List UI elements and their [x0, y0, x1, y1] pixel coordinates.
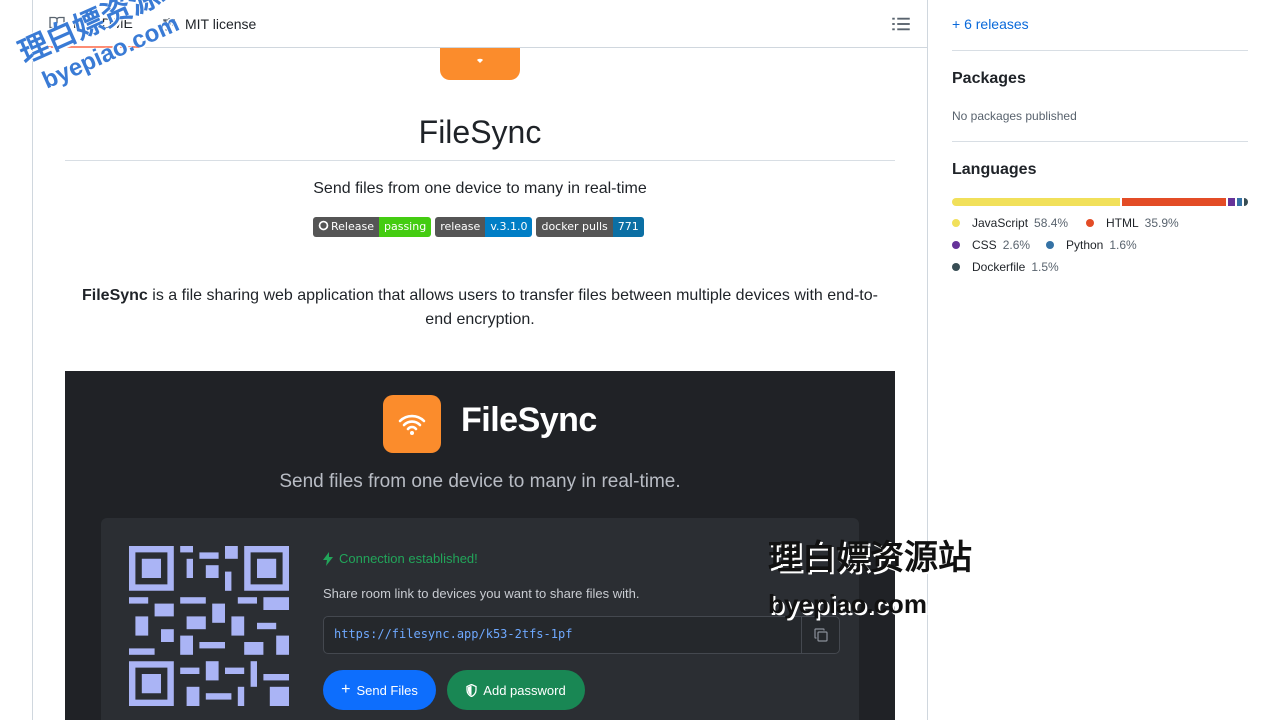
language-color-dot [952, 263, 960, 271]
watermark-cn: 理白嫖资源站 [768, 539, 972, 577]
languages-heading: Languages [952, 161, 1037, 178]
add-password-label: Add password [483, 682, 566, 698]
language-bar-segment [952, 198, 1121, 206]
badge-row: Release passing release v.3.1.0 docker p… [313, 217, 644, 237]
screenshot-subtitle: Send files from one device to many in re… [279, 471, 681, 492]
releases-link[interactable]: + 6 releases [952, 16, 1029, 32]
badge-label: docker pulls [536, 217, 613, 237]
language-name: JavaScript [972, 216, 1029, 230]
language-color-dot [1046, 241, 1054, 249]
language-python[interactable]: Python 1.6% [1046, 238, 1137, 252]
badge-value: 771 [612, 217, 644, 237]
language-name: CSS [972, 238, 997, 252]
connection-status: Connection established! [323, 551, 478, 566]
add-password-button[interactable]: Add password [447, 670, 585, 710]
packages-empty-text: No packages published [952, 109, 1077, 123]
send-files-label: Send Files [356, 682, 418, 698]
room-link-text: https://filesync.app/k53-2tfs-1pf [334, 627, 573, 641]
badge-value: passing [378, 217, 432, 237]
language-javascript[interactable]: JavaScript 58.4% [952, 216, 1068, 230]
share-card: Connection established! Share room link … [101, 518, 859, 720]
wifi-icon [398, 414, 426, 435]
readme-description: FileSync is a file sharing web applicati… [69, 284, 891, 332]
language-color-dot [1086, 219, 1094, 227]
list-icon[interactable] [891, 14, 911, 34]
badge-value: v.3.1.0 [485, 217, 533, 237]
shield-icon [466, 683, 477, 697]
language-percent: 1.6% [1109, 238, 1137, 252]
badge-release-status[interactable]: Release passing [313, 217, 432, 237]
language-dockerfile[interactable]: Dockerfile 1.5% [952, 260, 1059, 274]
qr-code [129, 546, 289, 706]
screenshot-title: FileSync [461, 401, 597, 439]
readme-title: FileSync [65, 108, 895, 161]
copy-icon [813, 628, 828, 642]
language-color-dot [952, 241, 960, 249]
badge-docker-pulls[interactable]: docker pulls 771 [536, 217, 644, 237]
share-instruction: Share room link to devices you want to s… [323, 586, 640, 601]
send-files-button[interactable]: + Send Files [323, 670, 436, 710]
language-bar-segment [1237, 198, 1242, 206]
watermark-url: byepiao.com [768, 589, 927, 619]
connection-text: Connection established! [339, 551, 478, 566]
language-name: HTML [1106, 216, 1139, 230]
language-percent: 35.9% [1144, 216, 1179, 230]
wifi-icon [477, 58, 483, 63]
lightning-icon [323, 551, 333, 566]
language-bar-segment [1122, 198, 1226, 206]
language-name: Python [1066, 238, 1104, 252]
divider [952, 50, 1248, 51]
languages-bar [952, 198, 1248, 206]
badge-label: release [435, 217, 486, 237]
app-logo-large [383, 395, 441, 453]
readme-tagline: Send files from one device to many in re… [313, 180, 647, 197]
badge-release-version[interactable]: release v.3.1.0 [435, 217, 533, 237]
language-css[interactable]: CSS 2.6% [952, 238, 1030, 252]
packages-heading[interactable]: Packages [952, 70, 1026, 88]
description-bold: FileSync [82, 287, 148, 304]
badge-label: Release [313, 217, 379, 237]
github-icon [318, 220, 329, 231]
watermark-bottom-right: 理白嫖资源站 byepiao.com [768, 538, 972, 624]
description-text: is a file sharing web application that a… [147, 287, 878, 328]
language-html[interactable]: HTML 35.9% [1086, 216, 1179, 230]
room-link-field[interactable]: https://filesync.app/k53-2tfs-1pf [323, 616, 840, 654]
language-bar-segment [1227, 198, 1236, 206]
language-percent: 1.5% [1031, 260, 1059, 274]
plus-icon: + [341, 681, 351, 698]
language-color-dot [952, 219, 960, 227]
language-percent: 2.6% [1002, 238, 1031, 252]
language-bar-segment [1243, 198, 1248, 206]
divider [952, 141, 1248, 142]
language-percent: 58.4% [1034, 216, 1069, 230]
language-name: Dockerfile [972, 260, 1026, 274]
